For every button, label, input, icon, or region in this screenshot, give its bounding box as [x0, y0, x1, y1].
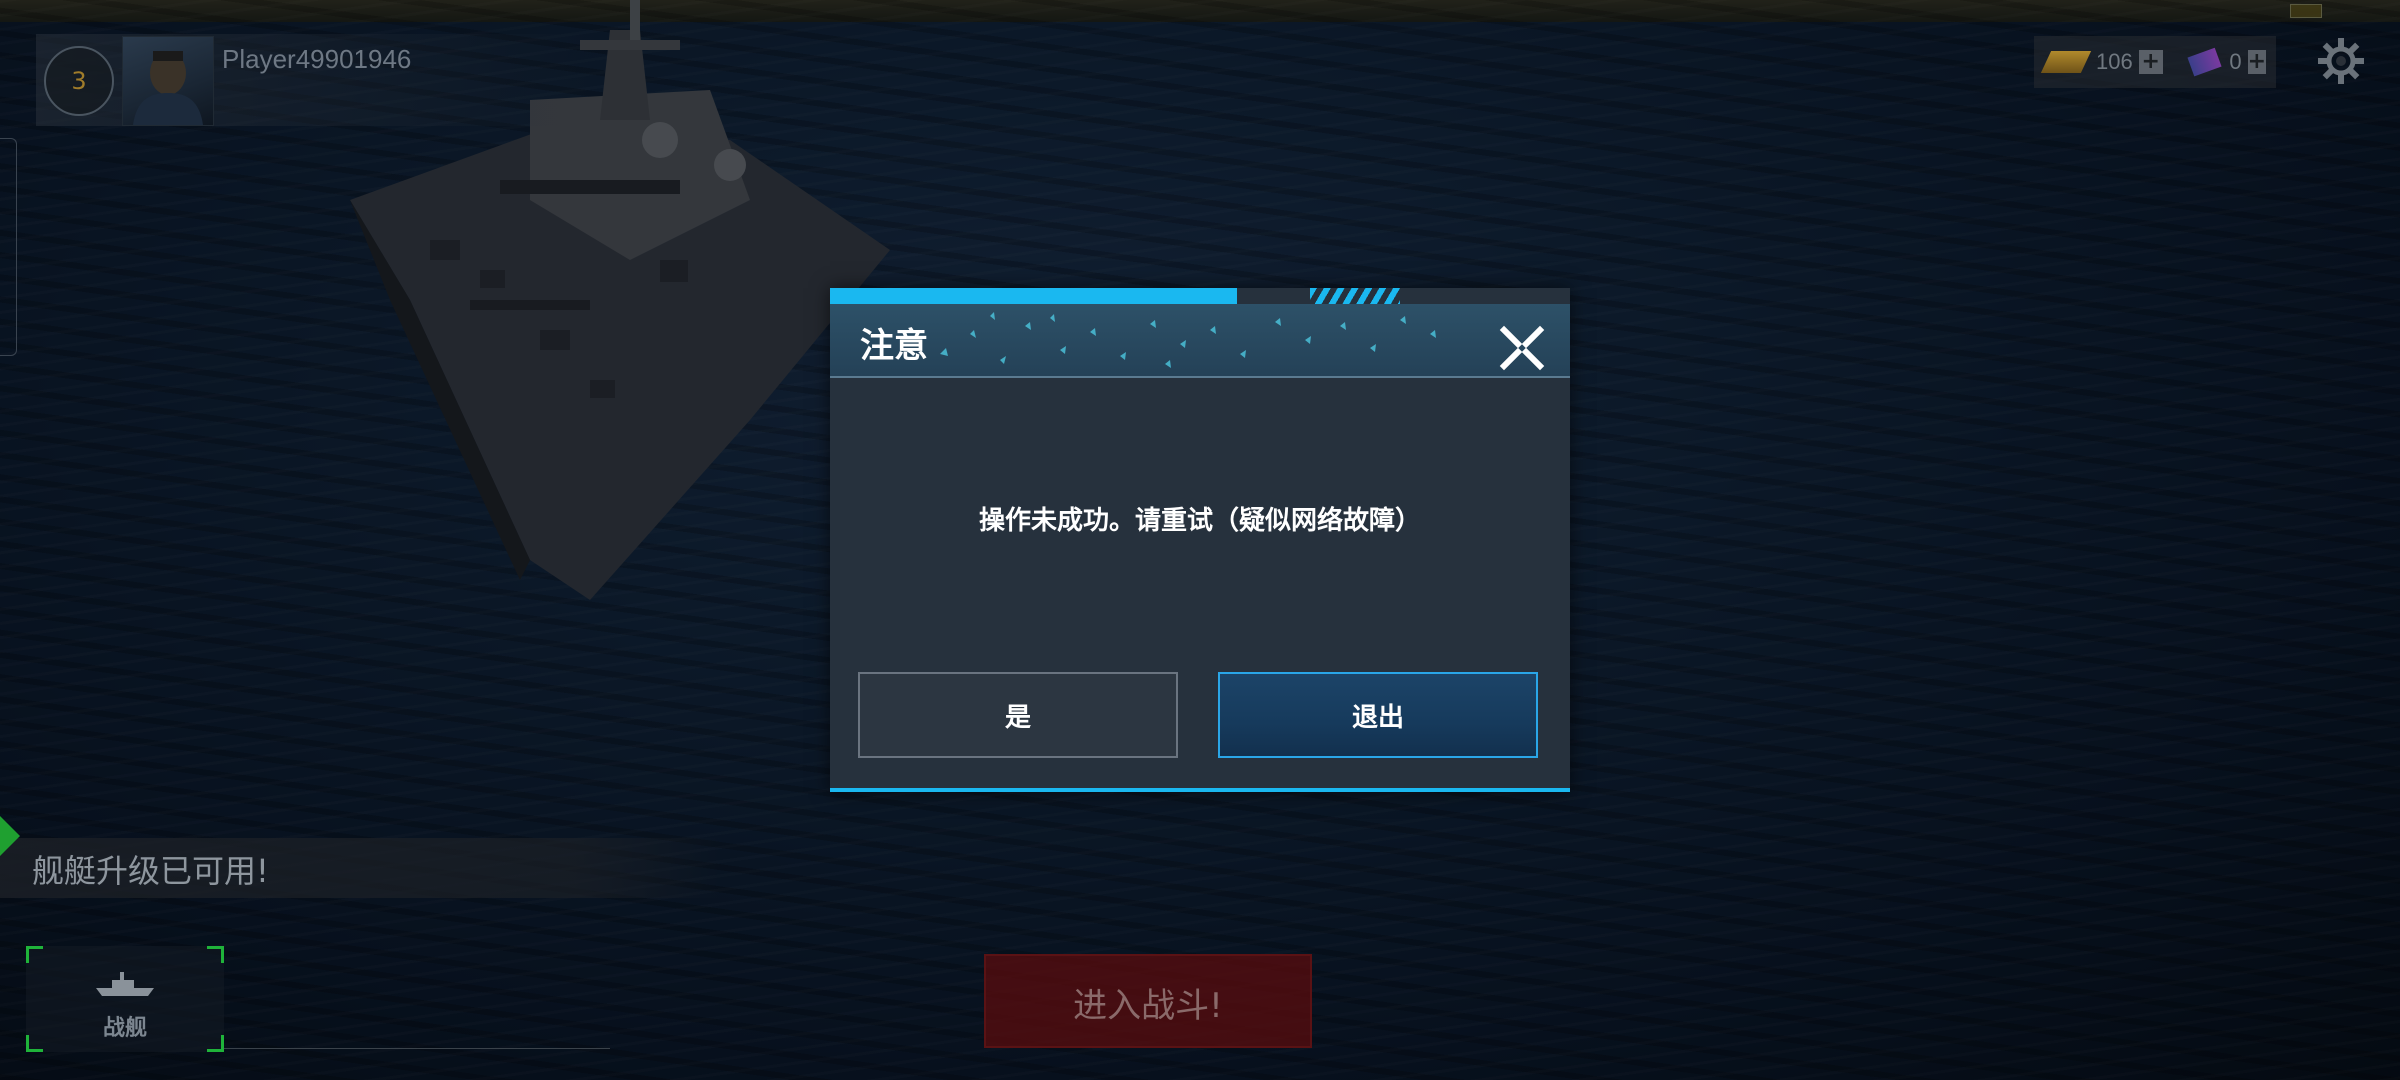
battery-icon — [2290, 4, 2322, 18]
gold-bar-icon — [2040, 51, 2092, 73]
gem-currency: 0 + — [2180, 36, 2276, 88]
close-icon[interactable] — [1498, 324, 1546, 372]
dialog-title: 注意 — [860, 326, 928, 366]
player-level-badge: 3 — [44, 46, 114, 116]
game-scene: 3 Player49901946 106 + 0 + 舰艇升级已可用! 战舰 进… — [0, 0, 2400, 1080]
dialog-accent-bar — [830, 288, 1570, 304]
enter-battle-label: 进入战斗! — [1073, 986, 1223, 1026]
corner-bracket — [26, 946, 43, 963]
warship-tab[interactable]: 战舰 — [26, 946, 224, 1052]
header-particles — [940, 312, 1436, 368]
yes-button[interactable]: 是 — [858, 672, 1178, 758]
player-name: Player49901946 — [222, 44, 412, 74]
exit-button[interactable]: 退出 — [1218, 672, 1538, 758]
divider — [224, 1048, 610, 1049]
add-gold-button[interactable]: + — [2138, 50, 2163, 74]
warship-icon — [96, 972, 154, 996]
upgrade-indicator-icon — [0, 816, 20, 856]
dialog-bottom-bar — [830, 788, 1570, 792]
gem-amount: 0 — [2229, 49, 2242, 74]
dialog-message: 操作未成功。请重试（疑似网络故障） — [978, 506, 1421, 536]
dialog-accent-stripes — [1310, 288, 1400, 304]
warship-tab-label: 战舰 — [102, 1016, 147, 1041]
upgrade-notice: 舰艇升级已可用! — [32, 852, 269, 890]
add-gems-button[interactable]: + — [2247, 50, 2266, 74]
corner-bracket — [207, 946, 224, 963]
dialog-header: 注意 — [830, 304, 1570, 378]
avatar-portrait — [133, 51, 203, 125]
gold-amount: 106 — [2096, 49, 2133, 74]
gear-icon[interactable] — [2316, 36, 2366, 86]
gold-currency: 106 + — [2034, 36, 2180, 88]
gem-icon — [2187, 47, 2222, 77]
alert-dialog: 注意 操作未成功。请重试（疑似网络故障） 是 退出 — [830, 288, 1570, 792]
enter-battle-button[interactable]: 进入战斗! — [984, 954, 1312, 1048]
avatar[interactable] — [122, 36, 214, 126]
side-drawer-handle[interactable] — [0, 138, 17, 356]
